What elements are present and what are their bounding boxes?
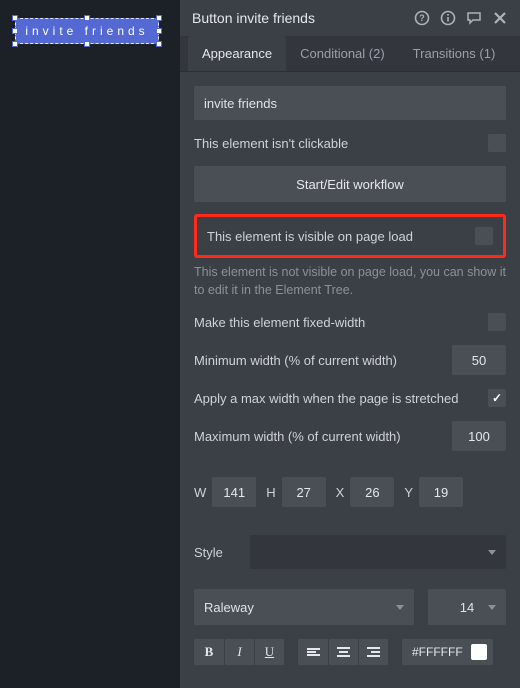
font-family-value: Raleway bbox=[204, 600, 254, 615]
min-width-input[interactable] bbox=[452, 345, 506, 375]
bold-button[interactable]: B bbox=[194, 639, 224, 665]
fixed-width-label: Make this element fixed-width bbox=[194, 315, 488, 330]
chevron-down-icon bbox=[488, 605, 496, 610]
comment-icon[interactable] bbox=[466, 10, 482, 26]
resize-handle-bottom-right[interactable] bbox=[156, 41, 162, 47]
visible-on-load-label: This element is visible on page load bbox=[207, 229, 475, 244]
panel-title: Button invite friends bbox=[192, 10, 414, 26]
y-input[interactable] bbox=[419, 477, 463, 507]
canvas-button-label: invite friends bbox=[25, 24, 148, 38]
panel-header: Button invite friends ? bbox=[180, 0, 520, 36]
h-label: H bbox=[266, 485, 275, 500]
x-label: X bbox=[336, 485, 345, 500]
info-icon[interactable] bbox=[440, 10, 456, 26]
chevron-down-icon bbox=[396, 605, 404, 610]
height-input[interactable] bbox=[282, 477, 326, 507]
max-width-input[interactable] bbox=[452, 421, 506, 451]
tab-conditional[interactable]: Conditional (2) bbox=[286, 36, 399, 71]
resize-handle-middle-right[interactable] bbox=[156, 28, 162, 34]
x-input[interactable] bbox=[350, 477, 394, 507]
element-name-input[interactable] bbox=[194, 86, 506, 120]
y-label: Y bbox=[404, 485, 413, 500]
resize-handle-top-center[interactable] bbox=[84, 15, 90, 21]
clickable-checkbox[interactable] bbox=[488, 134, 506, 152]
max-width-label: Maximum width (% of current width) bbox=[194, 429, 452, 444]
visible-on-load-checkbox[interactable] bbox=[475, 227, 493, 245]
align-left-button[interactable] bbox=[298, 639, 328, 665]
text-style-group: B I U bbox=[194, 639, 284, 665]
close-icon[interactable] bbox=[492, 10, 508, 26]
style-dropdown[interactable] bbox=[250, 535, 506, 569]
font-color-swatch bbox=[471, 644, 487, 660]
text-align-group bbox=[298, 639, 388, 665]
start-edit-workflow-button[interactable]: Start/Edit workflow bbox=[194, 166, 506, 202]
font-size-value: 14 bbox=[460, 600, 474, 615]
resize-handle-bottom-center[interactable] bbox=[84, 41, 90, 47]
align-center-button[interactable] bbox=[328, 639, 358, 665]
width-input[interactable] bbox=[212, 477, 256, 507]
chevron-down-icon bbox=[488, 550, 496, 555]
help-icon[interactable]: ? bbox=[414, 10, 430, 26]
geometry-row: W H X Y bbox=[194, 477, 506, 507]
panel-tabs: Appearance Conditional (2) Transitions (… bbox=[180, 36, 520, 72]
visible-on-load-help: This element is not visible on page load… bbox=[194, 264, 506, 299]
resize-handle-middle-left[interactable] bbox=[12, 28, 18, 34]
fixed-width-checkbox[interactable] bbox=[488, 313, 506, 331]
style-label: Style bbox=[194, 545, 234, 560]
font-family-dropdown[interactable]: Raleway bbox=[194, 589, 414, 625]
visible-on-load-row: This element is visible on page load bbox=[194, 214, 506, 258]
underline-button[interactable]: U bbox=[254, 639, 284, 665]
apply-max-width-label: Apply a max width when the page is stret… bbox=[194, 391, 488, 406]
w-label: W bbox=[194, 485, 206, 500]
italic-button[interactable]: I bbox=[224, 639, 254, 665]
align-right-button[interactable] bbox=[358, 639, 388, 665]
tab-transitions[interactable]: Transitions (1) bbox=[399, 36, 510, 71]
resize-handle-bottom-left[interactable] bbox=[12, 41, 18, 47]
tab-appearance[interactable]: Appearance bbox=[188, 36, 286, 71]
svg-text:?: ? bbox=[419, 13, 425, 23]
font-color-picker[interactable]: #FFFFFF bbox=[402, 639, 493, 665]
canvas-invite-friends-button[interactable]: invite friends bbox=[15, 18, 159, 44]
resize-handle-top-right[interactable] bbox=[156, 15, 162, 21]
font-size-dropdown[interactable]: 14 bbox=[428, 589, 506, 625]
min-width-label: Minimum width (% of current width) bbox=[194, 353, 452, 368]
property-panel: Button invite friends ? Appearance Condi… bbox=[180, 0, 520, 688]
font-color-hex: #FFFFFF bbox=[412, 645, 463, 659]
clickable-label: This element isn't clickable bbox=[194, 136, 488, 151]
apply-max-width-checkbox[interactable] bbox=[488, 389, 506, 407]
resize-handle-top-left[interactable] bbox=[12, 15, 18, 21]
